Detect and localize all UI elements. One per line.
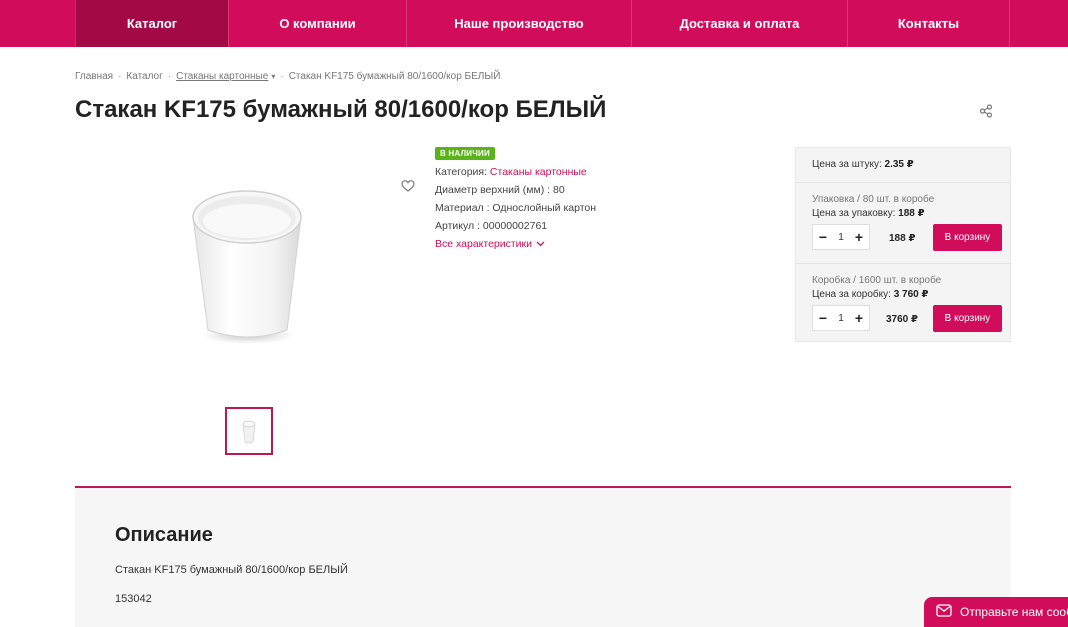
share-icon[interactable] <box>978 103 994 119</box>
pack-title: Упаковка / 80 шт. в коробе <box>812 194 935 205</box>
plus-icon[interactable]: + <box>853 311 865 325</box>
nav-item-about[interactable]: О компании <box>228 0 406 47</box>
box-price-label: Цена за коробку: <box>812 289 894 300</box>
page-title: Стакан KF175 бумажный 80/1600/кор БЕЛЫЙ <box>75 96 607 123</box>
box-price-value: 3 760 ₽ <box>893 289 929 300</box>
breadcrumb-dropdown-icon[interactable]: ▾ <box>271 72 275 81</box>
description-section: Описание Стакан KF175 бумажный 80/1600/к… <box>75 486 1011 627</box>
nav-item-delivery[interactable]: Доставка и оплата <box>631 0 847 47</box>
envelope-icon <box>936 604 952 620</box>
nav-item-catalog[interactable]: Каталог <box>75 0 228 47</box>
box-price: Цена за коробку: 3 760 ₽ <box>812 289 928 300</box>
minus-icon[interactable]: − <box>817 311 829 325</box>
plus-icon[interactable]: + <box>853 230 865 244</box>
unit-price: Цена за штуку: 2.35 ₽ <box>812 159 914 170</box>
breadcrumb: Главная · Каталог · Стаканы картонные ▾ … <box>75 71 500 82</box>
box-quantity-stepper[interactable]: − 1 + <box>812 305 870 331</box>
price-box: Цена за штуку: 2.35 ₽ Упаковка / 80 шт. … <box>795 147 1011 342</box>
breadcrumb-separator: · <box>118 71 122 82</box>
pack-quantity-value[interactable]: 1 <box>838 232 844 243</box>
pack-price-label: Цена за упаковку: <box>812 208 899 219</box>
pack-price: Цена за упаковку: 188 ₽ <box>812 208 925 219</box>
unit-price-value: 2.35 ₽ <box>884 159 914 170</box>
all-specs-label: Все характеристики <box>435 238 532 250</box>
description-text: Стакан KF175 бумажный 80/1600/кор БЕЛЫЙ <box>115 564 348 576</box>
box-section: Коробка / 1600 шт. в коробе Цена за коро… <box>796 264 1010 342</box>
breadcrumb-category[interactable]: Стаканы картонные <box>176 71 268 82</box>
breadcrumb-separator: · <box>280 71 284 82</box>
article-row: Артикул : 00000002761 <box>435 220 548 232</box>
breadcrumb-current: Стакан KF175 бумажный 80/1600/кор БЕЛЫЙ <box>288 71 501 82</box>
product-thumbnail[interactable] <box>225 407 273 455</box>
minus-icon[interactable]: − <box>817 230 829 244</box>
category-row: Категория: Стаканы картонные <box>435 163 596 181</box>
unit-price-label: Цена за штуку: <box>812 159 885 170</box>
unit-price-section: Цена за штуку: 2.35 ₽ <box>796 148 1010 183</box>
box-quantity-value[interactable]: 1 <box>838 313 844 324</box>
box-add-to-cart-button[interactable]: В корзину <box>933 305 1002 332</box>
heart-icon[interactable] <box>401 179 415 193</box>
chat-label: Отправьте нам сообщение <box>960 605 1068 619</box>
diameter-row: Диаметр верхний (мм) : 80 <box>435 184 565 196</box>
top-navigation: Каталог О компании Наше производство Дос… <box>0 0 1068 47</box>
nav-item-contacts[interactable]: Контакты <box>847 0 1010 47</box>
breadcrumb-home[interactable]: Главная <box>75 71 113 82</box>
pack-price-value: 188 ₽ <box>898 208 925 219</box>
in-stock-badge: В НАЛИЧИИ <box>435 147 495 160</box>
chevron-down-icon <box>536 235 545 253</box>
box-title: Коробка / 1600 шт. в коробе <box>812 275 942 286</box>
description-code: 153042 <box>115 593 152 605</box>
all-specs-link[interactable]: Все характеристики <box>435 235 596 253</box>
breadcrumb-catalog[interactable]: Каталог <box>126 71 162 82</box>
chat-widget-button[interactable]: Отправьте нам сообщение <box>924 597 1068 627</box>
pack-add-to-cart-button[interactable]: В корзину <box>933 224 1002 251</box>
product-properties: В НАЛИЧИИ Категория: Стаканы картонные Д… <box>435 147 596 253</box>
pack-total: 188 ₽ <box>889 233 916 244</box>
description-heading: Описание <box>115 524 213 546</box>
pack-quantity-stepper[interactable]: − 1 + <box>812 224 870 250</box>
material-row: Материал : Однослойный картон <box>435 202 597 214</box>
product-image[interactable] <box>90 152 410 377</box>
breadcrumb-separator: · <box>167 71 172 82</box>
category-label: Категория: <box>435 166 490 178</box>
pack-section: Упаковка / 80 шт. в коробе Цена за упако… <box>796 183 1010 264</box>
box-total: 3760 ₽ <box>886 314 918 325</box>
nav-item-production[interactable]: Наше производство <box>406 0 631 47</box>
category-link[interactable]: Стаканы картонные <box>490 166 587 178</box>
